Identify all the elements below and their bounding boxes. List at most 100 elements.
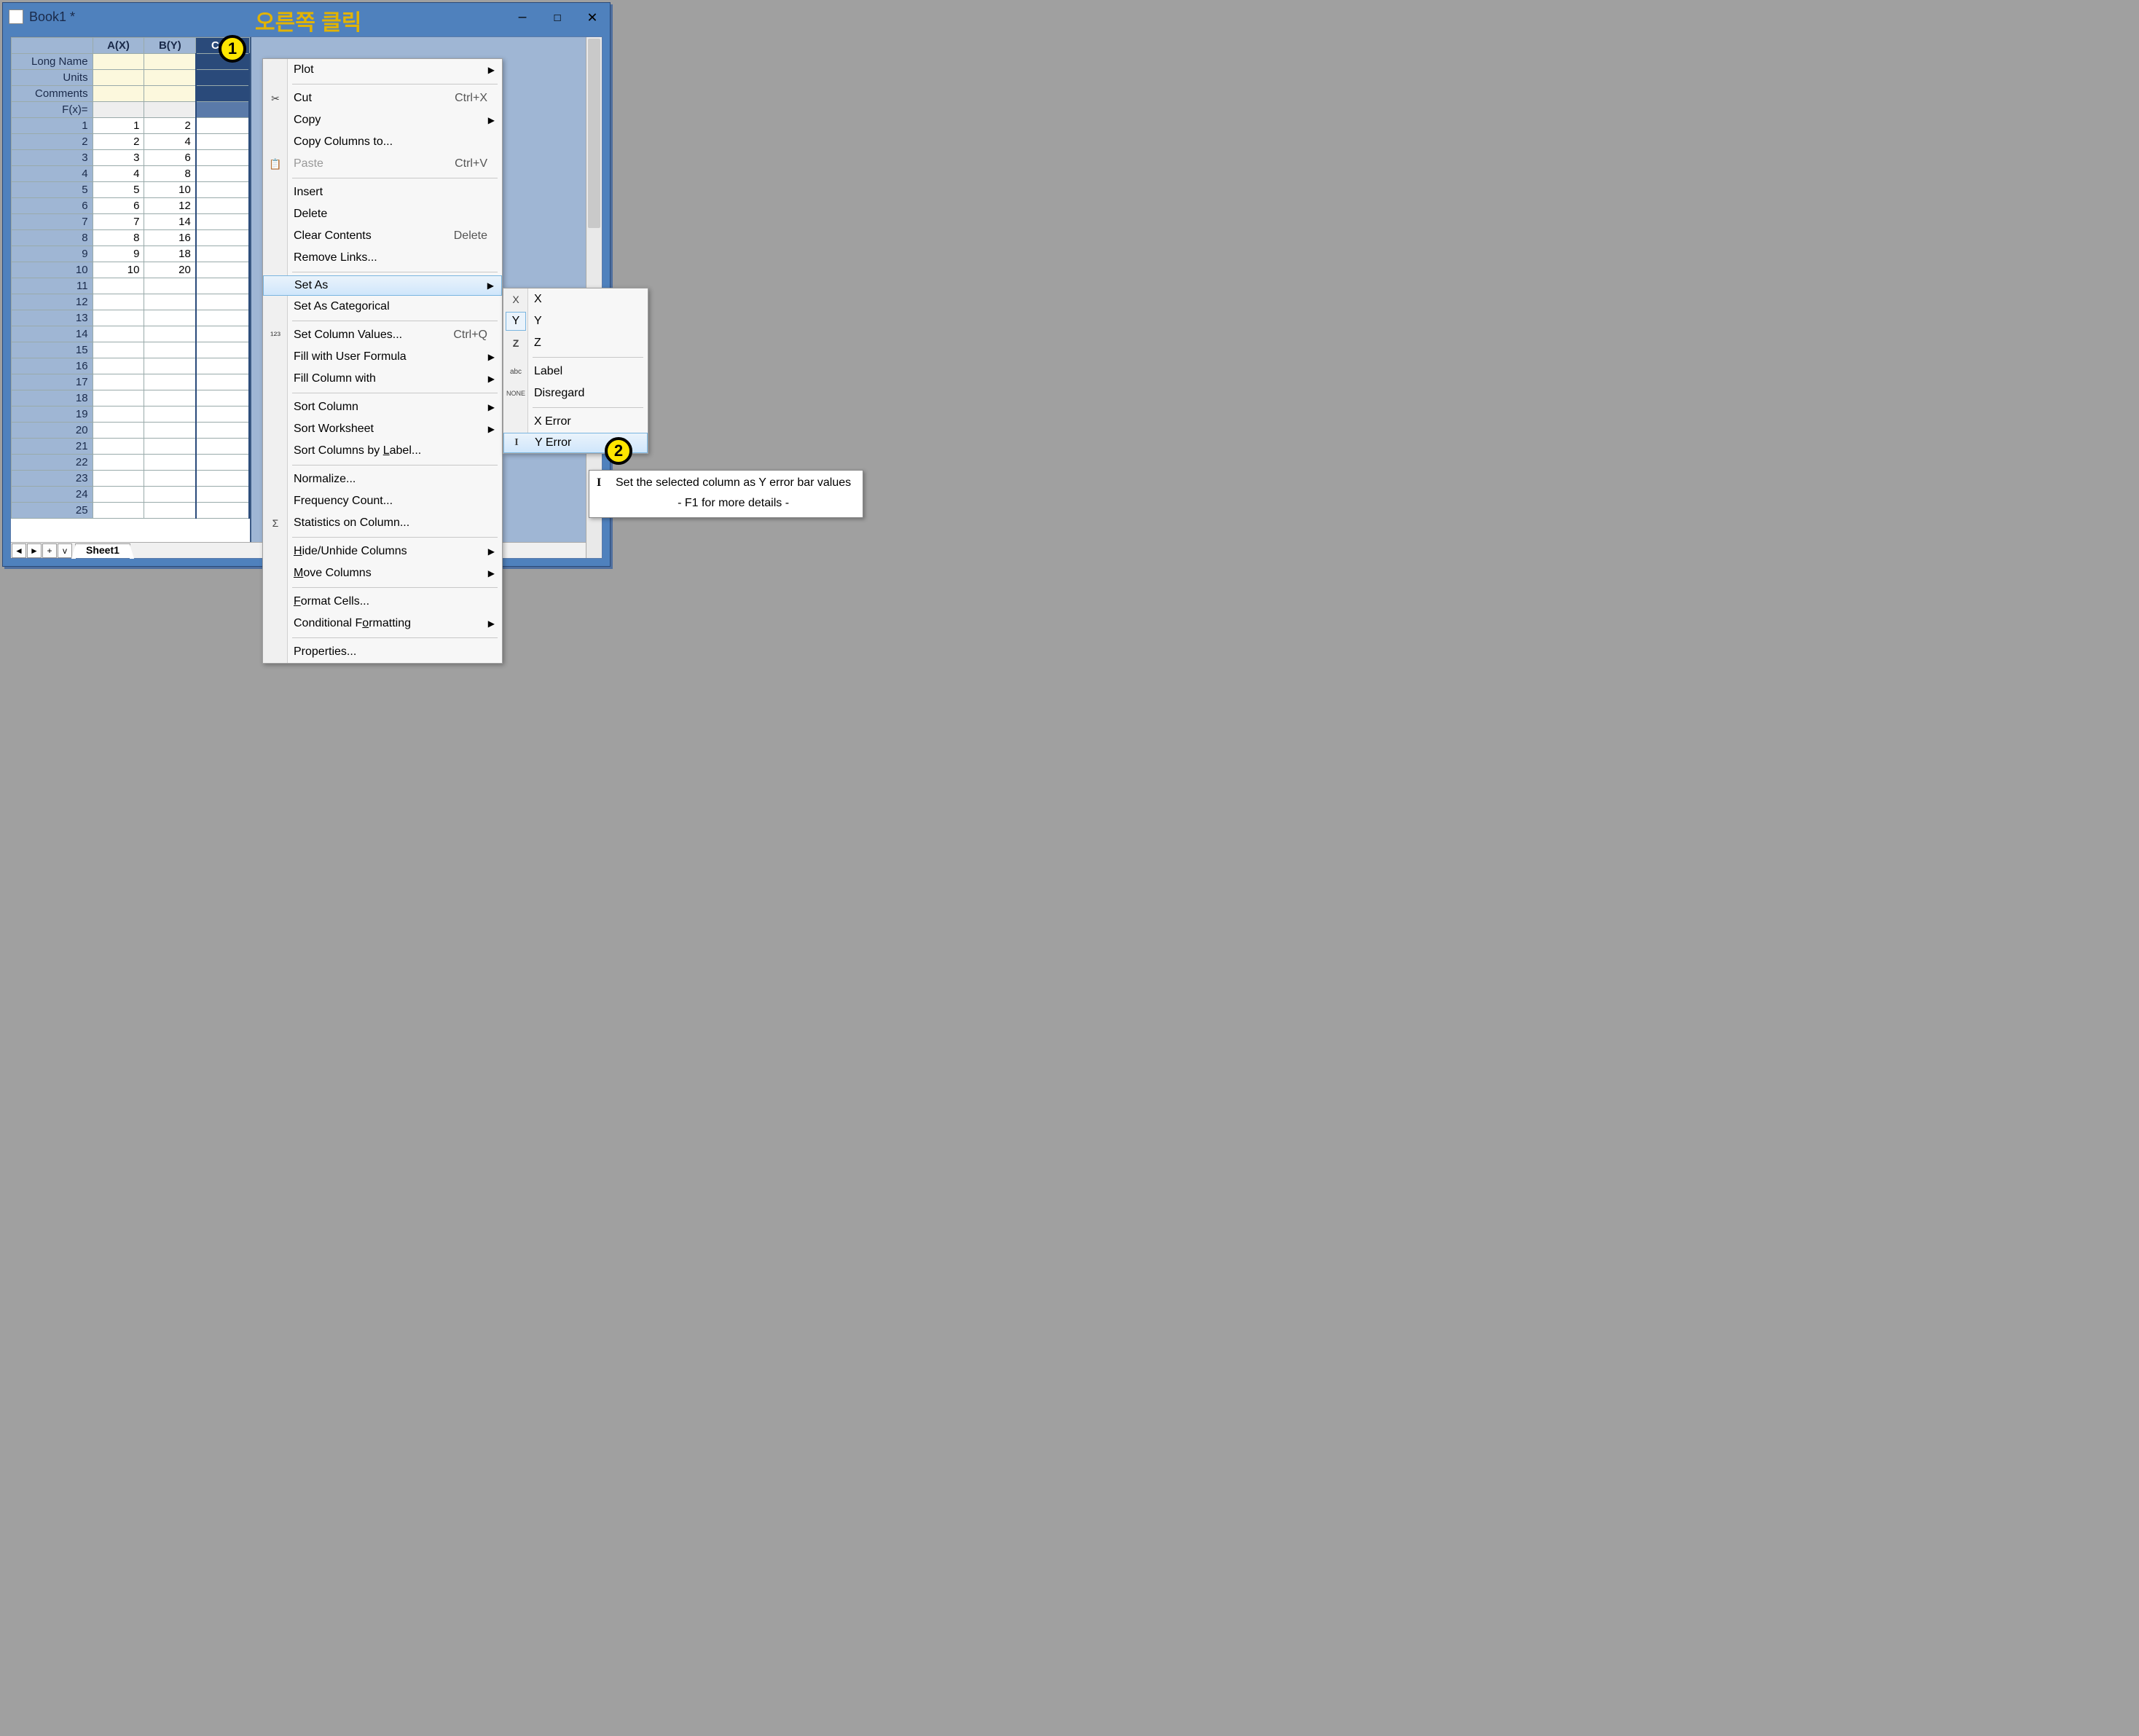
cell[interactable] (144, 54, 196, 70)
row-header[interactable]: 8 (12, 230, 93, 246)
cell[interactable] (93, 278, 144, 294)
menu-statistics-on-column[interactable]: ΣStatistics on Column... (263, 512, 502, 534)
row-header[interactable]: 22 (12, 455, 93, 471)
menu-set-as-categorical[interactable]: Set As Categorical (263, 296, 502, 318)
sheet-nav-next[interactable]: ► (27, 543, 42, 558)
menu-fill-column-with[interactable]: Fill Column with▶ (263, 368, 502, 390)
row-header[interactable]: 20 (12, 423, 93, 439)
cell[interactable] (144, 102, 196, 118)
cell[interactable] (196, 455, 249, 471)
row-header[interactable]: 12 (12, 294, 93, 310)
cell[interactable] (144, 439, 196, 455)
cell[interactable] (144, 326, 196, 342)
cell[interactable]: 10 (93, 262, 144, 278)
row-header-units[interactable]: Units (12, 70, 93, 86)
row-header-longname[interactable]: Long Name (12, 54, 93, 70)
cell[interactable] (93, 503, 144, 519)
cell[interactable] (93, 310, 144, 326)
cell[interactable]: 7 (93, 214, 144, 230)
cell[interactable] (144, 455, 196, 471)
menu-conditional-formatting[interactable]: Conditional Formatting▶ (263, 613, 502, 635)
menu-cut[interactable]: ✂CutCtrl+X (263, 87, 502, 109)
cell[interactable] (144, 310, 196, 326)
cell[interactable] (144, 278, 196, 294)
row-header[interactable]: 19 (12, 406, 93, 423)
row-header[interactable]: 4 (12, 166, 93, 182)
cell[interactable]: 4 (93, 166, 144, 182)
cell[interactable] (196, 390, 249, 406)
menu-sort-columns-by-label[interactable]: Sort Columns by Label... (263, 440, 502, 462)
worksheet-table[interactable]: A(X) B(Y) C(Y) Long Name Units Comments … (11, 37, 250, 519)
cell[interactable] (93, 471, 144, 487)
row-header[interactable]: 5 (12, 182, 93, 198)
cell[interactable] (144, 390, 196, 406)
cell[interactable] (196, 102, 249, 118)
menu-hide-unhide-columns[interactable]: Hide/Unhide Columns▶ (263, 541, 502, 562)
row-header[interactable]: 24 (12, 487, 93, 503)
cell[interactable] (196, 246, 249, 262)
maximize-button[interactable]: ☐ (540, 3, 575, 31)
cell[interactable] (93, 70, 144, 86)
row-header[interactable]: 15 (12, 342, 93, 358)
cell[interactable] (196, 487, 249, 503)
cell[interactable]: 8 (144, 166, 196, 182)
row-header[interactable]: 14 (12, 326, 93, 342)
submenu-y[interactable]: YY (503, 310, 648, 332)
cell[interactable]: 4 (144, 134, 196, 150)
cell[interactable]: 5 (93, 182, 144, 198)
cell[interactable] (196, 86, 249, 102)
row-header[interactable]: 1 (12, 118, 93, 134)
cell[interactable] (196, 326, 249, 342)
cell[interactable] (196, 423, 249, 439)
cell[interactable] (93, 102, 144, 118)
menu-copy[interactable]: Copy▶ (263, 109, 502, 131)
cell[interactable]: 3 (93, 150, 144, 166)
cell[interactable] (196, 471, 249, 487)
cell[interactable] (144, 358, 196, 374)
cell[interactable] (196, 214, 249, 230)
cell[interactable] (196, 278, 249, 294)
cell[interactable] (196, 262, 249, 278)
cell[interactable]: 16 (144, 230, 196, 246)
row-header[interactable]: 13 (12, 310, 93, 326)
cell[interactable] (93, 390, 144, 406)
corner-cell[interactable] (12, 38, 93, 54)
menu-frequency-count[interactable]: Frequency Count... (263, 490, 502, 512)
cell[interactable]: 20 (144, 262, 196, 278)
row-header[interactable]: 18 (12, 390, 93, 406)
cell[interactable] (144, 423, 196, 439)
cell[interactable] (196, 150, 249, 166)
row-header[interactable]: 2 (12, 134, 93, 150)
cell[interactable]: 2 (144, 118, 196, 134)
cell[interactable] (196, 503, 249, 519)
cell[interactable] (144, 342, 196, 358)
sheet-nav-first[interactable]: ◄ (12, 543, 26, 558)
row-header-fx[interactable]: F(x)= (12, 102, 93, 118)
cell[interactable]: 6 (93, 198, 144, 214)
close-button[interactable]: ✕ (575, 3, 610, 31)
menu-remove-links[interactable]: Remove Links... (263, 247, 502, 269)
row-header[interactable]: 21 (12, 439, 93, 455)
cell[interactable] (93, 406, 144, 423)
cell[interactable] (196, 198, 249, 214)
cell[interactable] (196, 374, 249, 390)
cell[interactable] (93, 423, 144, 439)
cell[interactable] (196, 134, 249, 150)
cell[interactable] (144, 70, 196, 86)
row-header[interactable]: 10 (12, 262, 93, 278)
submenu-z[interactable]: ZZ (503, 332, 648, 354)
menu-copy-columns-to[interactable]: Copy Columns to... (263, 131, 502, 153)
cell[interactable] (196, 310, 249, 326)
cell[interactable] (196, 342, 249, 358)
cell[interactable] (93, 86, 144, 102)
row-header[interactable]: 3 (12, 150, 93, 166)
menu-insert[interactable]: Insert (263, 181, 502, 203)
cell[interactable] (144, 487, 196, 503)
column-header-b[interactable]: B(Y) (144, 38, 196, 54)
row-header[interactable]: 17 (12, 374, 93, 390)
submenu-x-error[interactable]: X Error (503, 411, 648, 433)
cell[interactable] (93, 326, 144, 342)
cell[interactable] (196, 358, 249, 374)
cell[interactable]: 6 (144, 150, 196, 166)
submenu-x[interactable]: XX (503, 288, 648, 310)
